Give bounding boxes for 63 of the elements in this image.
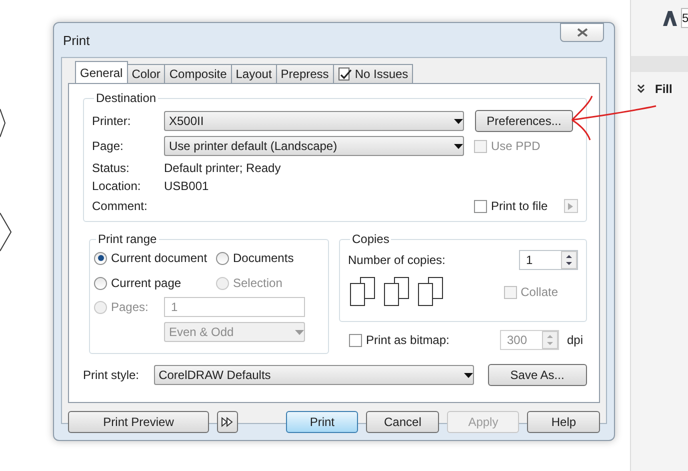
button[interactable]: Preferences... bbox=[475, 110, 573, 132]
field-label: Print style: bbox=[83, 367, 140, 384]
tab[interactable]: General bbox=[75, 61, 128, 83]
tab[interactable]: Composite bbox=[164, 64, 232, 83]
close-icon bbox=[576, 28, 588, 37]
group-title: Print range bbox=[97, 231, 158, 248]
unit-label: dpi bbox=[566, 332, 583, 349]
dropdown[interactable]: Use printer default (Landscape) bbox=[164, 136, 464, 156]
dropdown[interactable]: X500II bbox=[164, 111, 464, 131]
collapse-icon[interactable] bbox=[637, 84, 645, 94]
checkbox-label: Print as bitmap: bbox=[366, 332, 450, 349]
field-value: USB001 bbox=[164, 178, 209, 195]
radio-label: Documents bbox=[233, 250, 294, 267]
tab[interactable]: Prepress bbox=[276, 64, 334, 83]
field-label: Printer: bbox=[92, 113, 132, 130]
checkbox-label: Print to file bbox=[491, 198, 548, 215]
spin-arrows-icon[interactable] bbox=[561, 251, 577, 269]
caret-icon bbox=[295, 330, 304, 334]
field-label: Comment: bbox=[92, 198, 148, 215]
caret-icon bbox=[454, 144, 463, 148]
play-icon bbox=[568, 202, 574, 210]
field-label: Location: bbox=[92, 178, 142, 195]
field-value: Default printer; Ready bbox=[164, 160, 281, 177]
close-button[interactable] bbox=[560, 23, 604, 42]
caret-icon bbox=[464, 372, 473, 378]
radio-label: Selection bbox=[233, 275, 282, 292]
button[interactable]: Help bbox=[527, 411, 600, 433]
collated-pages-icon bbox=[348, 277, 444, 307]
arrow-button[interactable] bbox=[564, 199, 578, 213]
group-title: Destination bbox=[95, 90, 158, 107]
fast-forward-button[interactable] bbox=[217, 411, 238, 433]
checkbox-label: Use PPD bbox=[491, 138, 540, 155]
button[interactable]: Cancel bbox=[366, 411, 439, 433]
field-label: Status: bbox=[92, 160, 130, 177]
shape-outline bbox=[0, 108, 6, 138]
print-button[interactable]: Print bbox=[286, 411, 358, 433]
group-title: Copies bbox=[351, 231, 390, 248]
tab[interactable]: No Issues bbox=[332, 64, 414, 83]
radio-button[interactable] bbox=[94, 276, 107, 290]
radio-label: Current document bbox=[111, 250, 208, 267]
tab[interactable]: Layout bbox=[230, 64, 277, 83]
tool-icon[interactable] bbox=[661, 9, 679, 27]
window-title: Print bbox=[63, 32, 90, 50]
caret-icon bbox=[454, 118, 463, 124]
radio-button[interactable] bbox=[94, 252, 107, 264]
checkbox[interactable] bbox=[474, 200, 487, 212]
input-field[interactable]: 5 bbox=[681, 8, 688, 28]
checkbox-label: Collate bbox=[520, 284, 558, 301]
field-label: Page: bbox=[92, 138, 124, 155]
radio-button[interactable] bbox=[216, 252, 229, 264]
spin-field[interactable]: 1 bbox=[519, 250, 578, 270]
checklist-icon bbox=[338, 67, 352, 81]
field-label: Number of copies: bbox=[348, 252, 446, 269]
button[interactable]: Save As... bbox=[488, 364, 587, 386]
shape-outline bbox=[0, 212, 12, 252]
tab[interactable]: Color bbox=[126, 64, 166, 83]
section-title[interactable]: Fill bbox=[655, 80, 672, 98]
button[interactable]: Print Preview bbox=[68, 411, 210, 433]
checkbox[interactable] bbox=[349, 334, 362, 346]
radio-label: Pages: bbox=[111, 299, 148, 316]
fast-forward-icon bbox=[221, 417, 234, 427]
radio-label: Current page bbox=[111, 275, 182, 292]
dropdown[interactable]: CorelDRAW Defaults bbox=[154, 365, 474, 385]
